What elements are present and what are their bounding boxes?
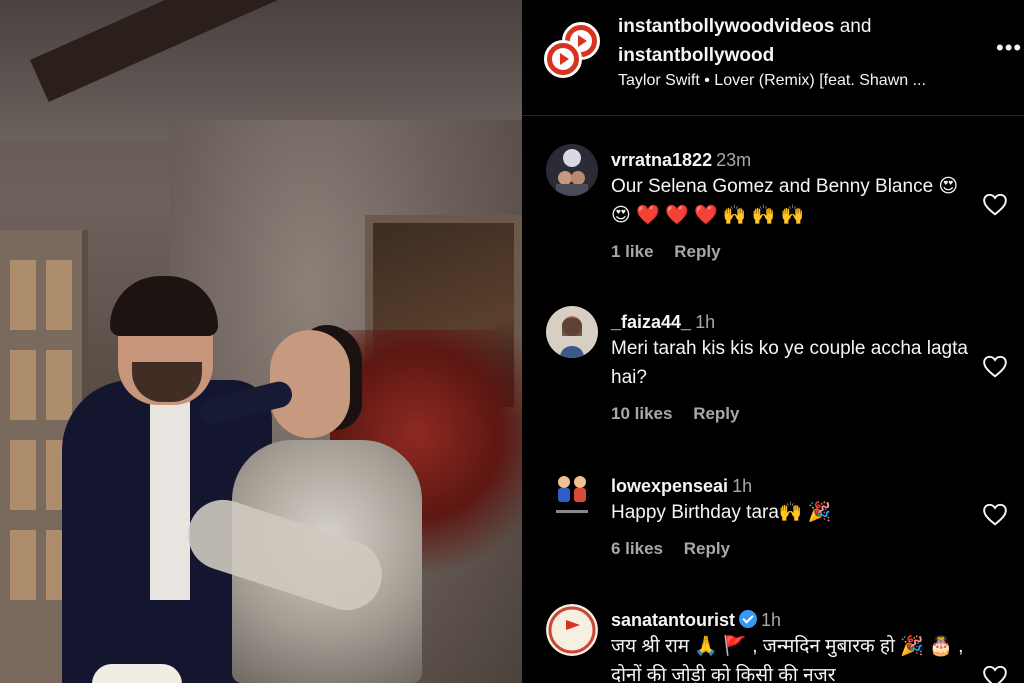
heart-icon[interactable] bbox=[982, 502, 1008, 526]
comments-panel: instantbollywoodvideos and instantbollyw… bbox=[522, 0, 1024, 683]
author-conjunction: and bbox=[839, 16, 872, 37]
post-header: instantbollywoodvideos and instantbollyw… bbox=[522, 0, 1024, 116]
avatar[interactable] bbox=[546, 306, 598, 358]
comment-text: जय श्री राम 🙏 🚩 , जन्मदिन मुबारक हो 🎉 🎂 … bbox=[611, 636, 964, 683]
avatar[interactable] bbox=[546, 604, 598, 656]
comment-time: 1h bbox=[761, 610, 782, 630]
comment-time: 1h bbox=[732, 476, 753, 496]
like-count[interactable]: 1 like bbox=[611, 242, 654, 261]
reply-button[interactable]: Reply bbox=[684, 539, 730, 558]
more-options-icon[interactable]: ••• bbox=[996, 37, 1024, 59]
heart-icon[interactable] bbox=[982, 192, 1008, 216]
verified-badge-icon bbox=[739, 610, 758, 628]
author-username-1[interactable]: instantbollywoodvideos bbox=[618, 16, 834, 37]
comment-time: 1h bbox=[695, 312, 716, 332]
avatar[interactable] bbox=[546, 470, 598, 522]
logo-icon bbox=[544, 40, 582, 78]
like-count[interactable]: 6 likes bbox=[611, 539, 663, 558]
author-username-2[interactable]: instantbollywood bbox=[618, 45, 774, 66]
comment-username[interactable]: vrratna1822 bbox=[611, 150, 712, 170]
comment-username[interactable]: sanatantourist bbox=[611, 610, 735, 630]
like-count[interactable]: 10 likes bbox=[611, 404, 672, 423]
comment-text: Happy Birthday tara🙌 🎉 bbox=[611, 502, 832, 523]
reply-button[interactable]: Reply bbox=[693, 404, 739, 423]
comment-username[interactable]: lowexpenseai bbox=[611, 476, 728, 496]
avatar[interactable] bbox=[546, 144, 598, 196]
author-avatars[interactable] bbox=[544, 22, 602, 80]
comment-text: Meri tarah kis kis ko ye couple accha la… bbox=[611, 338, 968, 388]
comment-username[interactable]: _faiza44_ bbox=[611, 312, 691, 332]
reply-button[interactable]: Reply bbox=[674, 242, 720, 261]
comment-text: Our Selena Gomez and Benny Blance 😍 😍 ❤️… bbox=[611, 176, 959, 226]
comment-time: 23m bbox=[716, 150, 752, 170]
heart-icon[interactable] bbox=[982, 354, 1008, 378]
reel-video[interactable] bbox=[0, 0, 522, 683]
heart-icon[interactable] bbox=[982, 664, 1008, 683]
audio-track-link[interactable]: Taylor Swift • Lover (Remix) [feat. Shaw… bbox=[618, 72, 988, 90]
video-cake bbox=[92, 664, 182, 683]
